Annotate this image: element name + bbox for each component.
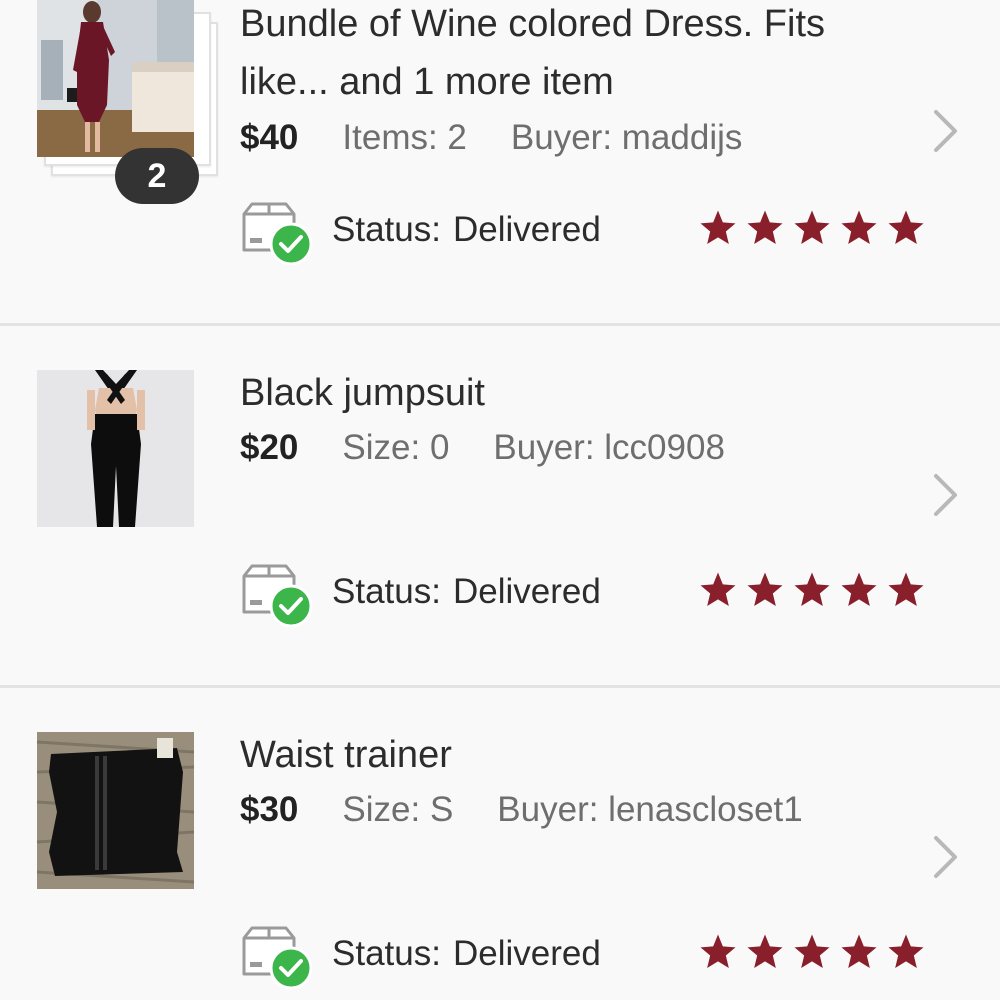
- status-row: Status: Delivered: [240, 924, 940, 994]
- star-icon: [794, 210, 830, 244]
- star-icon: [700, 572, 736, 606]
- buyer-name: Buyer: lcc0908: [493, 428, 725, 467]
- status-label: Status:: [332, 210, 441, 249]
- status-label: Status:: [332, 572, 441, 611]
- star-icon: [841, 934, 877, 968]
- order-row[interactable]: 2 Bundle of Wine colored Dress. Fits lik…: [0, 0, 1000, 325]
- order-row[interactable]: Black jumpsuit $20 Size: 0 Buyer: lcc0908 …: [0, 326, 1000, 688]
- status-text: Status: Delivered: [332, 932, 601, 976]
- status-value: Delivered: [452, 572, 601, 611]
- status-value: Delivered: [452, 934, 601, 973]
- item-size: Size: S: [342, 790, 454, 829]
- star-icon: [700, 934, 736, 968]
- star-icon: [794, 934, 830, 968]
- star-icon: [747, 572, 783, 606]
- order-meta: $40 Items: 2 Buyer: maddijs: [240, 116, 786, 160]
- star-icon: [888, 934, 924, 968]
- sold-orders-list: 2 Bundle of Wine colored Dress. Fits lik…: [0, 0, 1000, 1000]
- item-count: Items: 2: [342, 118, 467, 157]
- delivered-box-check-icon: [242, 564, 313, 628]
- status-value: Delivered: [452, 210, 601, 249]
- star-icon: [794, 572, 830, 606]
- star-icon: [841, 572, 877, 606]
- item-count-badge: 2: [115, 148, 199, 204]
- status-label: Status:: [332, 934, 441, 973]
- chevron-right-icon[interactable]: [930, 472, 960, 518]
- status-text: Status: Delivered: [332, 570, 601, 614]
- delivered-box-check-icon: [242, 202, 313, 266]
- black-jumpsuit-photo: [37, 370, 194, 527]
- status-row: Status: Delivered: [240, 200, 940, 270]
- rating-stars: [698, 204, 933, 254]
- delivered-box-check-icon: [242, 926, 313, 990]
- item-title: Black jumpsuit: [240, 372, 485, 414]
- order-meta: $30 Size: S Buyer: lenascloset1: [240, 788, 847, 832]
- star-icon: [747, 210, 783, 244]
- item-size: Size: 0: [342, 428, 450, 467]
- star-icon: [841, 210, 877, 244]
- item-thumbnail: [37, 370, 194, 527]
- price: $20: [240, 428, 299, 467]
- star-icon: [747, 934, 783, 968]
- chevron-right-icon[interactable]: [930, 834, 960, 880]
- star-icon: [888, 210, 924, 244]
- status-text: Status: Delivered: [332, 208, 601, 252]
- item-title: Bundle of Wine colored Dress. Fits like.…: [240, 3, 826, 103]
- order-meta: $20 Size: 0 Buyer: lcc0908: [240, 426, 769, 470]
- status-row: Status: Delivered: [240, 562, 940, 632]
- price: $40: [240, 118, 299, 157]
- waist-trainer-photo: [37, 732, 194, 889]
- bundle-thumbnail-stack: 2: [37, 0, 218, 204]
- star-icon: [888, 572, 924, 606]
- buyer-name: Buyer: maddijs: [510, 118, 743, 157]
- buyer-name: Buyer: lenascloset1: [497, 790, 803, 829]
- wine-dress-photo: [37, 0, 194, 157]
- star-icon: [700, 210, 736, 244]
- rating-stars: [698, 928, 933, 978]
- item-thumbnail: [37, 732, 194, 889]
- chevron-right-icon[interactable]: [930, 108, 960, 154]
- rating-stars: [698, 566, 933, 616]
- item-title: Waist trainer: [240, 734, 452, 776]
- order-row[interactable]: Waist trainer $30 Size: S Buyer: lenasclos…: [0, 688, 1000, 1000]
- price: $30: [240, 790, 299, 829]
